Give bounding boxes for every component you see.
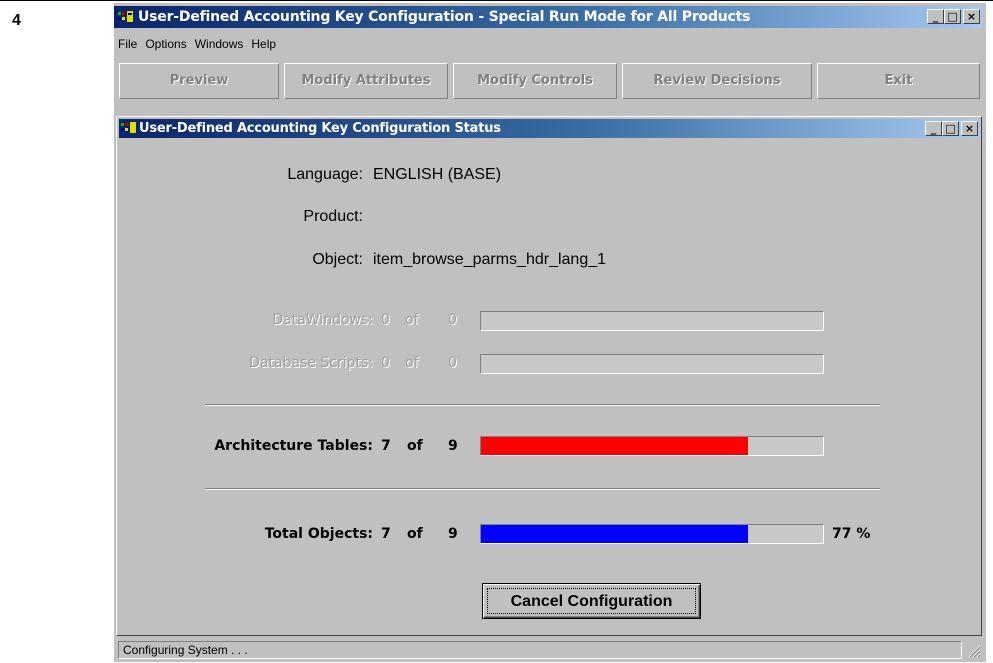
datawindows-count: 0 <box>381 312 390 328</box>
minimize-icon[interactable]: _ <box>927 9 944 24</box>
total-objects-progress-fill <box>481 525 748 543</box>
cancel-configuration-label: Cancel Configuration <box>487 588 696 614</box>
total-objects-percent: 77 % <box>832 526 871 542</box>
preview-button[interactable]: Preview <box>119 63 279 99</box>
database-scripts-count: 0 <box>381 355 390 371</box>
modify-attributes-button[interactable]: Modify Attributes <box>284 63 448 99</box>
maximize-icon[interactable]: □ <box>944 9 961 24</box>
total-objects-total: 9 <box>448 526 458 542</box>
status-window-title: User-Defined Accounting Key Configuratio… <box>139 121 501 136</box>
architecture-tables-label: Architecture Tables: <box>214 438 373 454</box>
database-scripts-of: of <box>405 355 419 371</box>
status-text: Configuring System . . . <box>118 641 962 659</box>
separator-bottom <box>205 488 880 490</box>
total-objects-count: 7 <box>381 526 391 542</box>
total-objects-progress-bar <box>480 524 824 544</box>
resize-grip-icon[interactable] <box>968 645 981 658</box>
menu-options[interactable]: Options <box>141 34 190 54</box>
architecture-tables-progress-fill <box>481 437 748 455</box>
datawindows-of: of <box>405 312 419 328</box>
exit-button[interactable]: Exit <box>817 63 980 99</box>
modify-controls-button[interactable]: Modify Controls <box>453 63 617 99</box>
menu-file[interactable]: File <box>114 34 141 54</box>
status-bar: Configuring System . . . <box>116 639 982 661</box>
datawindows-progress-bar <box>480 311 824 331</box>
product-label: Product: <box>303 208 363 225</box>
cancel-configuration-button[interactable]: Cancel Configuration <box>482 583 701 619</box>
language-value: ENGLISH (BASE) <box>373 166 502 183</box>
database-scripts-progress-bar <box>480 354 824 374</box>
total-objects-of: of <box>407 526 423 542</box>
step-number: 4 <box>12 12 21 29</box>
separator-top <box>205 404 880 406</box>
app-titlebar[interactable]: User-Defined Accounting Key Configuratio… <box>114 6 982 28</box>
status-window-titlebar[interactable]: User-Defined Accounting Key Configuratio… <box>119 119 979 138</box>
object-value: item_browse_parms_hdr_lang_1 <box>373 251 607 268</box>
menu-windows[interactable]: Windows <box>191 34 248 54</box>
app-title: User-Defined Accounting Key Configuratio… <box>138 9 751 25</box>
app-icon <box>118 11 133 22</box>
database-scripts-total: 0 <box>448 355 457 371</box>
architecture-tables-progress-bar <box>480 436 824 456</box>
status-window: User-Defined Accounting Key Configuratio… <box>116 116 982 636</box>
page-top-rule <box>0 0 993 1</box>
total-objects-label: Total Objects: <box>264 526 373 542</box>
app-window: User-Defined Accounting Key Configuratio… <box>114 3 986 662</box>
status-close-icon[interactable]: × <box>961 121 978 136</box>
database-scripts-label: Database Scripts: <box>249 355 373 371</box>
close-icon[interactable]: × <box>963 9 980 24</box>
architecture-tables-total: 9 <box>448 438 458 454</box>
menu-bar: File Options Windows Help <box>114 34 280 54</box>
status-window-icon <box>121 122 136 133</box>
architecture-tables-count: 7 <box>381 438 391 454</box>
review-decisions-button[interactable]: Review Decisions <box>622 63 812 99</box>
language-label: Language: <box>287 166 363 183</box>
datawindows-label: DataWindows: <box>272 312 373 328</box>
datawindows-total: 0 <box>448 312 457 328</box>
status-maximize-icon[interactable]: □ <box>942 121 959 136</box>
object-label: Object: <box>312 251 363 268</box>
architecture-tables-of: of <box>407 438 423 454</box>
menu-help[interactable]: Help <box>247 34 280 54</box>
status-minimize-icon[interactable]: _ <box>925 121 942 136</box>
